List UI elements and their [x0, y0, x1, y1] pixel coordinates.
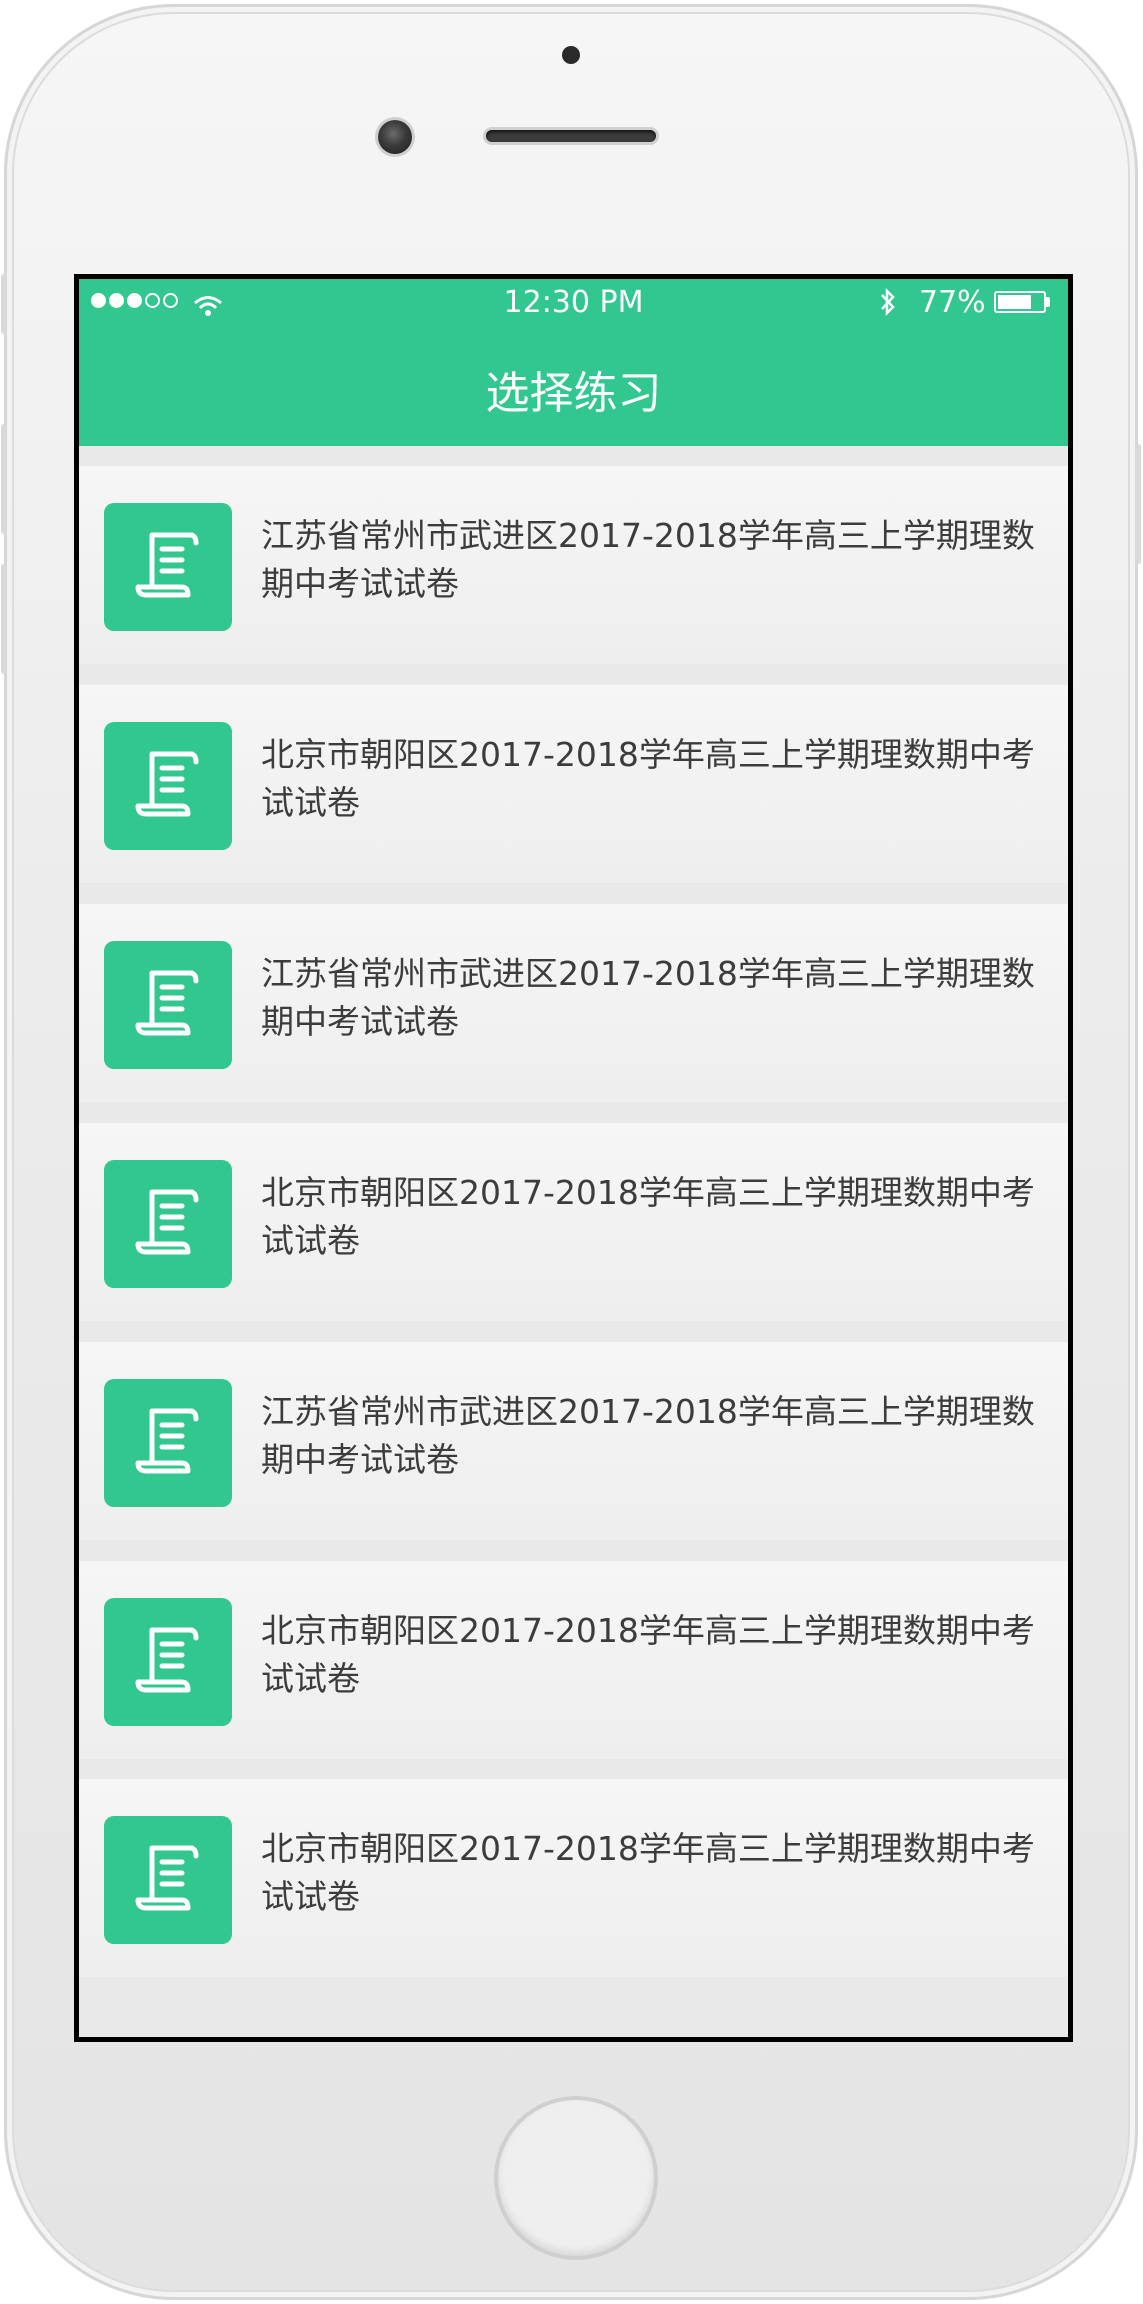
list-item-title: 北京市朝阳区2017-2018学年高三上学期理数期中考试试卷	[261, 1611, 1035, 1698]
list-item-title: 江苏省常州市武进区2017-2018学年高三上学期理数期中考试试卷	[261, 1392, 1035, 1479]
document-scroll-icon	[104, 1379, 232, 1507]
status-bar: 12:30 PM 77%	[79, 279, 1068, 327]
app-header: 12:30 PM 77% 选择练习	[79, 279, 1068, 446]
screen: 12:30 PM 77% 选择练习 江苏省常州市武进区2017-2018学年高三…	[74, 274, 1073, 2042]
battery-icon	[994, 291, 1046, 313]
list-item[interactable]: 北京市朝阳区2017-2018学年高三上学期理数期中考试试卷	[79, 685, 1068, 883]
volume-up-button	[1, 424, 7, 534]
list-item-title: 北京市朝阳区2017-2018学年高三上学期理数期中考试试卷	[261, 1173, 1035, 1260]
home-button[interactable]	[498, 2100, 654, 2256]
battery-tip	[1046, 297, 1050, 307]
list-item-title: 江苏省常州市武进区2017-2018学年高三上学期理数期中考试试卷	[261, 516, 1035, 603]
document-scroll-icon	[104, 503, 232, 631]
battery-percentage: 77%	[919, 285, 986, 320]
list-item[interactable]: 北京市朝阳区2017-2018学年高三上学期理数期中考试试卷	[79, 1123, 1068, 1321]
volume-down-button	[1, 564, 7, 674]
bluetooth-icon	[879, 287, 897, 325]
list-item[interactable]: 江苏省常州市武进区2017-2018学年高三上学期理数期中考试试卷	[79, 1342, 1068, 1540]
list-item[interactable]: 北京市朝阳区2017-2018学年高三上学期理数期中考试试卷	[79, 1779, 1068, 1977]
front-camera-icon	[378, 120, 412, 154]
document-scroll-icon	[104, 1160, 232, 1288]
list-item-title: 江苏省常州市武进区2017-2018学年高三上学期理数期中考试试卷	[261, 954, 1035, 1041]
document-scroll-icon	[104, 1598, 232, 1726]
earpiece-speaker	[486, 130, 656, 142]
list-item[interactable]: 江苏省常州市武进区2017-2018学年高三上学期理数期中考试试卷	[79, 904, 1068, 1102]
page-title: 选择练习	[485, 368, 662, 419]
mute-switch	[1, 274, 7, 334]
document-scroll-icon	[104, 941, 232, 1069]
battery-level	[998, 295, 1031, 309]
list-item[interactable]: 北京市朝阳区2017-2018学年高三上学期理数期中考试试卷	[79, 1561, 1068, 1759]
list-item[interactable]: 江苏省常州市武进区2017-2018学年高三上学期理数期中考试试卷	[79, 466, 1068, 664]
phone-frame: 12:30 PM 77% 选择练习 江苏省常州市武进区2017-2018学年高三…	[1, 4, 1141, 2300]
proximity-sensor	[562, 46, 580, 64]
power-button	[1135, 444, 1141, 564]
app-screen: 12:30 PM 77% 选择练习 江苏省常州市武进区2017-2018学年高三…	[79, 279, 1068, 2037]
list-item-title: 北京市朝阳区2017-2018学年高三上学期理数期中考试试卷	[261, 735, 1035, 822]
list-item-title: 北京市朝阳区2017-2018学年高三上学期理数期中考试试卷	[261, 1829, 1035, 1916]
document-scroll-icon	[104, 1816, 232, 1944]
document-scroll-icon	[104, 722, 232, 850]
